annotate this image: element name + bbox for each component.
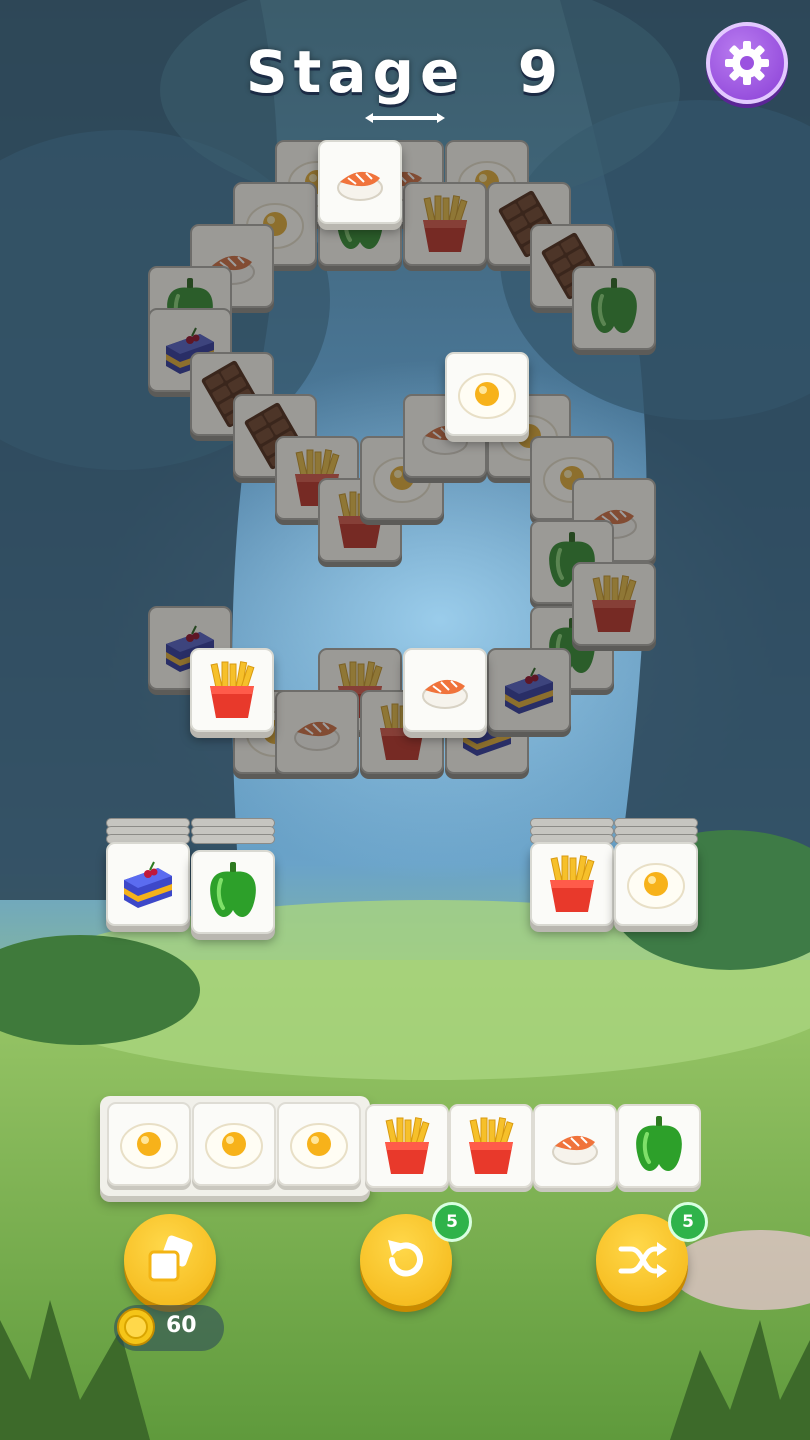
salmon-icon [337,171,383,201]
fries-icon [210,661,255,718]
cards-icon [148,1235,193,1282]
stage-label: Stage [245,38,466,106]
fries-icon [592,575,637,632]
egg-icon [627,863,685,909]
stack-tile[interactable] [530,842,614,926]
tray-tile [277,1102,361,1186]
stage-number: 9 [517,38,565,106]
coin-count: 60 [166,1313,197,1338]
board-tile [572,562,656,646]
board-tile [403,182,487,266]
board-tile [487,648,571,732]
settings-button[interactable] [706,22,788,104]
flip-powerup-button[interactable] [124,1214,216,1306]
undo-icon [388,1240,423,1277]
tray-tile [107,1102,191,1186]
board-tile-open[interactable] [190,648,274,732]
salmon-icon [294,721,340,751]
tray-tile [449,1104,533,1188]
cake-icon [505,667,553,714]
fries-icon [550,855,595,912]
salmon-icon [422,679,468,709]
shuffle-icon [618,1242,667,1278]
tray-tile [617,1104,701,1188]
stack-edge [191,834,275,844]
egg-icon [120,1123,178,1169]
coin-icon [117,1308,155,1346]
tray-tile [533,1104,617,1188]
board-tile [572,266,656,350]
egg-icon [290,1123,348,1169]
fries-icon [385,1117,430,1174]
egg-icon [205,1123,263,1169]
tray-tile [365,1104,449,1188]
board-tile-open[interactable] [318,140,402,224]
stack-tile[interactable] [614,842,698,926]
pepper-icon [636,1116,682,1171]
salmon-icon [552,1135,598,1165]
fries-icon [469,1117,514,1174]
undo-count-badge: 5 [432,1202,472,1242]
board-tile-open[interactable] [445,352,529,436]
stage-title: Stage 9 [220,38,590,106]
tray-tile [192,1102,276,1186]
board-tile [275,690,359,774]
stack-tile[interactable] [106,842,190,926]
egg-icon [458,373,516,419]
board-tile-open[interactable] [403,648,487,732]
shuffle-count-badge: 5 [668,1202,708,1242]
cake-icon [124,861,172,908]
gear-icon [725,41,769,85]
stack-tile[interactable] [191,850,275,934]
pepper-icon [210,862,256,917]
title-underline-ornament [365,113,445,123]
pepper-icon [591,278,637,333]
fries-icon [423,195,468,252]
